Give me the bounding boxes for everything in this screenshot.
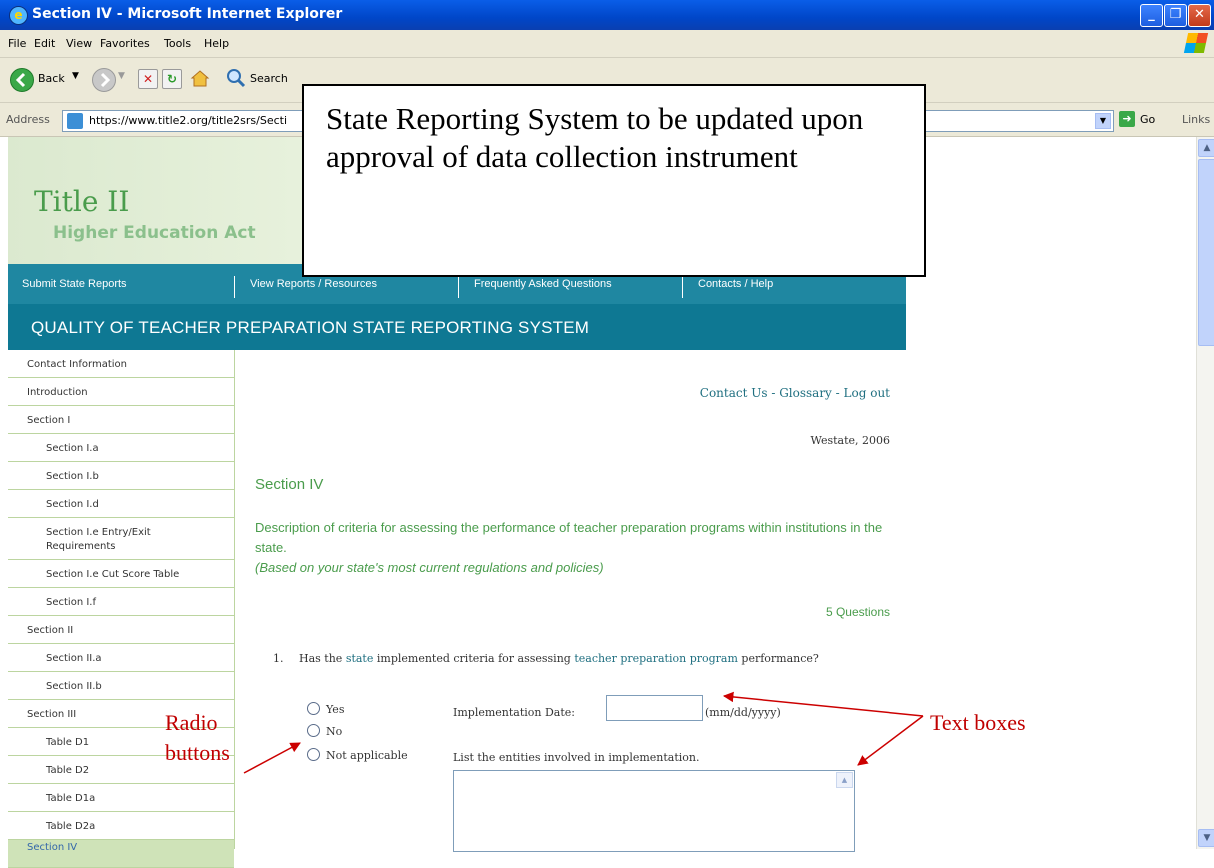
textbox-arrow-upper (722, 691, 924, 717)
radio-arrow (243, 742, 301, 774)
textbox-arrow-lower (857, 715, 924, 766)
annotation-arrows (243, 691, 924, 774)
